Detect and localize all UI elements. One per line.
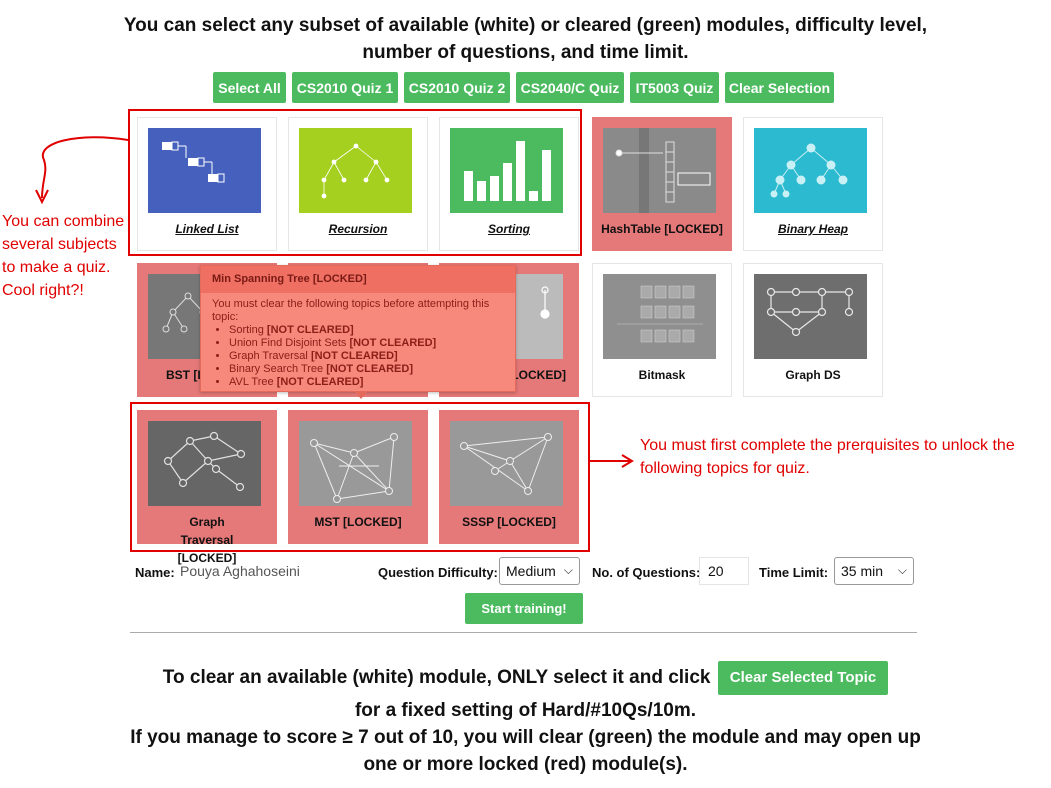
bitmask-label: Bitmask [638,368,686,382]
it5003-quiz-button[interactable]: IT5003 Quiz [630,72,719,103]
clear-instruction-text: To clear an available (white) module, ON… [162,667,711,689]
annotation-prerequisites-text: You must first complete the prerquisites… [640,437,1015,477]
graph-ds-label: Graph DS [785,368,841,382]
time-limit-select[interactable]: 35 min ⌵ [834,557,914,585]
clear-instruction-line-4: one or more locked (red) module(s). [363,754,688,775]
name-value: Pouya Aghahoseini [180,563,300,579]
clear-instruction-line-2: for a fixed setting of Hard/#10Qs/10m. [354,700,697,721]
module-card-bitmask[interactable]: Bitmask [592,263,732,397]
module-card-graph-ds[interactable]: Graph DS [743,263,883,397]
tooltip-pointer [354,391,368,399]
annotation-box-prerequisites [130,402,590,552]
annotation-combine-text: You can combine several subjects to make… [2,213,125,299]
bitmask-thumbnail [603,274,716,359]
annotation-box-combine [128,109,582,256]
questions-label: No. of Questions: [592,565,701,580]
start-training-button[interactable]: Start training! [465,593,583,624]
tooltip-intro: You must clear the following topics befo… [212,298,490,323]
prerequisite-list: Sorting [NOT CLEARED] Union Find Disjoin… [212,324,504,389]
binary-heap-label[interactable]: Binary Heap [744,220,882,238]
select-all-button[interactable]: Select All [213,72,286,103]
prerequisite-item: Union Find Disjoint Sets [NOT CLEARED] [229,337,504,350]
instructions-line-2: number of questions, and time limit. [362,42,689,63]
clear-selected-topic-button[interactable]: Clear Selected Topic [717,661,889,695]
clear-instruction-line-3: If you manage to score ≥ 7 out of 10, yo… [130,727,921,748]
name-label: Name: [135,565,175,580]
tooltip-title: Min Spanning Tree [LOCKED] [201,266,515,293]
instructions-line-1: You can select any subset of available (… [123,15,928,36]
module-card-binary-heap[interactable]: Binary Heap [743,117,883,251]
clear-selection-button[interactable]: Clear Selection [725,72,834,103]
clear-instruction-line-1: To clear an available (white) module, ON… [0,661,1051,695]
right-arrow-icon [588,454,634,468]
difficulty-label: Question Difficulty: [378,565,498,580]
binary-heap-thumbnail [754,128,867,213]
cs2010-quiz1-button[interactable]: CS2010 Quiz 1 [292,72,398,103]
cs2010-quiz2-button[interactable]: CS2010 Quiz 2 [404,72,510,103]
prerequisite-item: AVL Tree [NOT CLEARED] [229,376,504,389]
curved-arrow-icon [35,136,129,205]
time-limit-value: 35 min [841,563,884,579]
prerequisite-item: Sorting [NOT CLEARED] [229,324,504,337]
prerequisite-item: Binary Search Tree [NOT CLEARED] [229,363,504,376]
questions-input[interactable]: 20 [699,557,749,585]
difficulty-value: Medium [506,563,556,579]
module-card-hashtable[interactable]: HashTable [LOCKED] [592,117,732,251]
divider [130,632,917,633]
prerequisite-tooltip: Min Spanning Tree [LOCKED] You must clea… [200,265,516,392]
hashtable-label: HashTable [LOCKED] [601,222,723,236]
chevron-down-icon: ⌵ [897,563,907,577]
hashtable-thumbnail [603,128,716,213]
graph-ds-thumbnail [754,274,867,359]
chevron-down-icon: ⌵ [563,563,573,577]
cs2040c-quiz-button[interactable]: CS2040/C Quiz [516,72,624,103]
prerequisite-item: Graph Traversal [NOT CLEARED] [229,350,504,363]
difficulty-select[interactable]: Medium ⌵ [499,557,580,585]
time-limit-label: Time Limit: [759,565,829,580]
